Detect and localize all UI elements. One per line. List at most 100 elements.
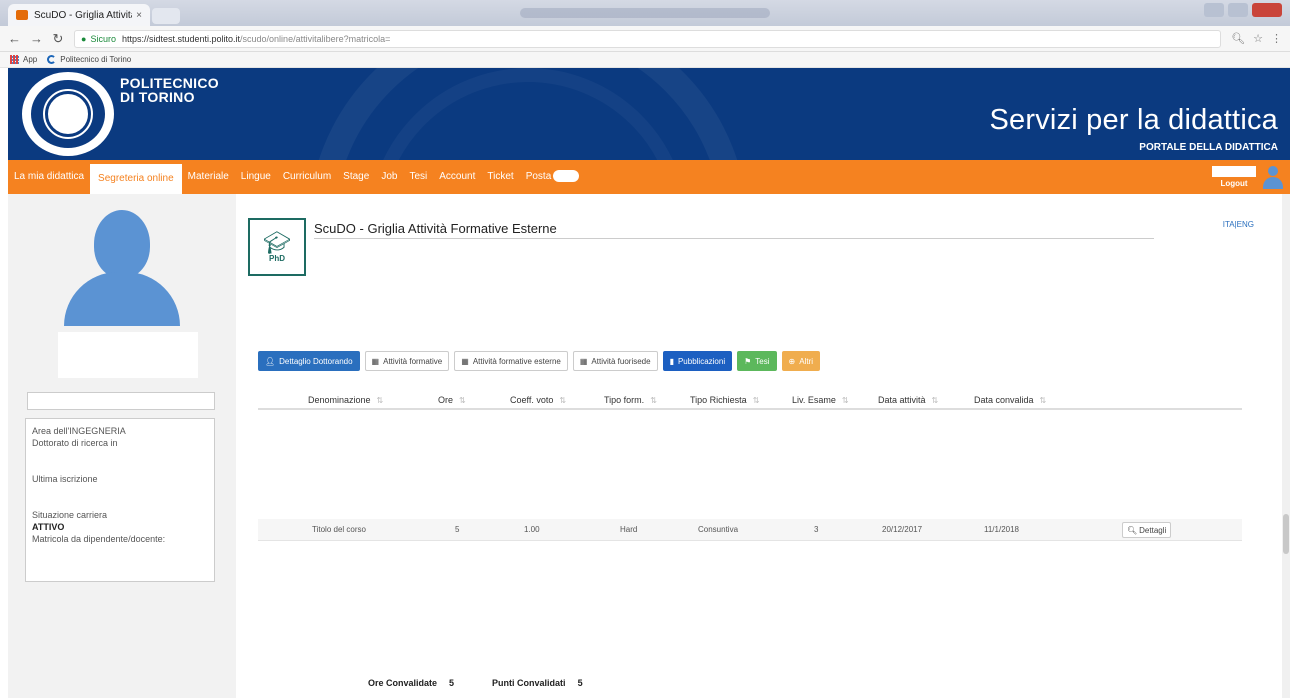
nav-item-curriculum[interactable]: Curriculum: [277, 160, 337, 194]
close-window-button[interactable]: [1252, 3, 1282, 17]
title-divider: [314, 238, 1154, 239]
column-header-liv-esame[interactable]: Liv. Esame ⇅: [792, 395, 849, 405]
column-header-denominazione[interactable]: Denominazione ⇅: [308, 395, 383, 405]
university-seal-logo[interactable]: [22, 72, 114, 156]
employee-id-label: Matricola da dipendente/docente:: [32, 534, 166, 544]
back-arrow-icon[interactable]: ←: [8, 31, 21, 46]
scrollbar-thumb[interactable]: [1283, 514, 1289, 554]
user-avatar-icon[interactable]: [1262, 164, 1284, 190]
apps-icon: [10, 55, 19, 64]
cell-coeff-voto: 1.00: [524, 525, 540, 534]
profile-avatar-icon: [64, 210, 180, 326]
student-name-box: [58, 332, 198, 378]
last-enrollment-label: Ultima iscrizione: [32, 474, 98, 484]
career-status-label: Situazione carriera: [32, 510, 108, 520]
column-header-tipo-richiesta[interactable]: Tipo Richiesta ⇅: [690, 395, 759, 405]
polito-icon: [47, 55, 57, 64]
page-title: ScuDO - Griglia Attività Formative Ester…: [314, 221, 557, 236]
language-switch[interactable]: ITA|ENG: [1223, 220, 1254, 229]
profile-sidebar: Area dell'INGEGNERIA Dottorato di ricerc…: [8, 194, 236, 698]
cell-data-attivita: 20/12/2017: [882, 525, 923, 534]
graduation-cap-icon: 🎓︎ PhD: [248, 218, 306, 276]
favicon-icon: [16, 10, 28, 20]
comment-icon: ⚑: [744, 356, 752, 366]
nav-item-segreteria-online[interactable]: Segreteria online: [90, 164, 182, 194]
secure-label: Sicuro: [90, 33, 116, 44]
forward-arrow-icon[interactable]: →: [30, 31, 43, 46]
nav-item-lingue[interactable]: Lingue: [235, 160, 277, 194]
bookmark-app[interactable]: App: [10, 55, 37, 64]
bookmark-star-icon[interactable]: ☆: [1253, 32, 1263, 45]
username-box: [1212, 166, 1256, 177]
tab-attivita-formative-esterne[interactable]: ▦ Attività formative esterne: [454, 351, 568, 371]
nav-item-account[interactable]: Account: [433, 160, 481, 194]
column-header-tipo-form[interactable]: Tipo form. ⇅: [604, 395, 657, 405]
sort-icon: ⇅: [459, 396, 466, 405]
browser-tab[interactable]: ScuDO - Griglia Attività ×: [8, 4, 150, 26]
doctorate-label: Dottorato di ricerca in: [32, 438, 118, 448]
column-header-coeff-voto[interactable]: Coeff. voto ⇅: [510, 395, 566, 405]
browser-tab-title: ScuDO - Griglia Attività: [34, 9, 133, 21]
url-host: https://sidtest.studenti.polito.it: [121, 33, 241, 44]
zoom-icon[interactable]: 🔍︎: [1231, 32, 1245, 45]
totals-row: Ore Convalidate 5 Punti Convalidati 5: [368, 678, 583, 688]
nav-item-stage[interactable]: Stage: [337, 160, 375, 194]
section-tabs: 👤︎ Dettaglio Dottorando ▦ Attività forma…: [258, 351, 820, 371]
career-status-value: ATTIVO: [32, 522, 65, 532]
new-tab-button[interactable]: [152, 8, 180, 24]
minimize-button[interactable]: [1204, 3, 1224, 17]
user-icon: 👤︎: [265, 356, 276, 366]
cell-ore: 5: [455, 525, 460, 534]
university-name: POLITECNICO DI TORINO: [120, 75, 219, 105]
grid-icon: ▦: [461, 356, 469, 366]
maximize-button[interactable]: [1228, 3, 1248, 17]
grid-icon: ▦: [371, 356, 380, 366]
nav-item-tesi[interactable]: Tesi: [403, 160, 433, 194]
cell-data-convalida: 11/1/2018: [984, 525, 1019, 534]
sort-icon: ⇅: [841, 396, 849, 405]
punti-convalidati-value: 5: [577, 678, 583, 688]
tab-attivita-formative[interactable]: ▦ Attività formative: [364, 351, 450, 371]
tab-close-icon[interactable]: ×: [136, 10, 142, 21]
column-header-data-attivita[interactable]: Data attività ⇅: [878, 395, 938, 405]
menu-dots-icon[interactable]: ⋮: [1271, 32, 1282, 45]
tab-altri[interactable]: ⊕ Altri: [781, 351, 820, 371]
bookmarks-bar: App Politecnico di Torino: [0, 52, 1290, 68]
career-info-panel: Area dell'INGEGNERIA Dottorato di ricerc…: [25, 418, 215, 582]
sort-icon: ⇅: [376, 396, 384, 405]
nav-item-la-mia-didattica[interactable]: La mia didattica: [8, 160, 90, 194]
student-id-field: [27, 392, 215, 410]
plus-circle-icon: ⊕: [788, 356, 796, 366]
sort-icon: ⇅: [1039, 396, 1047, 405]
site-subtitle: PORTALE DELLA DIDATTICA: [1139, 142, 1278, 153]
mail-count-badge: [553, 170, 580, 183]
nav-item-materiale[interactable]: Materiale: [182, 160, 235, 194]
url-path: /scudo/online/attivitalibere?matricola=: [240, 33, 391, 44]
table-row: Titolo del corso 5 1.00 Hard Consuntiva …: [258, 519, 1242, 541]
nav-item-ticket[interactable]: Ticket: [481, 160, 519, 194]
cell-tipo-richiesta: Consuntiva: [698, 525, 739, 534]
ore-convalidate-label: Ore Convalidate: [368, 678, 438, 688]
nav-item-posta[interactable]: Posta: [520, 160, 586, 194]
browser-tab-bar: ScuDO - Griglia Attività ×: [0, 0, 1290, 26]
main-navbar: La mia didattica Segreteria online Mater…: [8, 160, 1290, 194]
tab-tesi[interactable]: ⚑ Tesi: [737, 351, 777, 371]
tab-pubblicazioni[interactable]: ▮ Pubblicazioni: [662, 351, 733, 371]
nav-item-job[interactable]: Job: [375, 160, 403, 194]
bookmark-polito[interactable]: Politecnico di Torino: [47, 55, 131, 64]
table-header: Denominazione ⇅ Ore ⇅ Coeff. voto ⇅ Tipo fo…: [258, 390, 1242, 410]
lock-icon: ●: [81, 33, 87, 44]
column-header-data-convalida[interactable]: Data convalida ⇅: [974, 395, 1046, 405]
column-header-ore[interactable]: Ore ⇅: [438, 395, 466, 405]
address-bar[interactable]: ● Sicuro https://sidtest.studenti.polito…: [74, 29, 1222, 48]
book-icon: ▮: [669, 356, 674, 366]
tab-dettaglio-dottorando[interactable]: 👤︎ Dettaglio Dottorando: [258, 351, 360, 371]
tab-attivita-fuorisede[interactable]: ▦ Attività fuorisede: [572, 351, 658, 371]
page-scrollbar[interactable]: [1282, 194, 1290, 698]
logout-link[interactable]: Logout: [1220, 179, 1247, 188]
sort-icon: ⇅: [650, 396, 657, 405]
details-button[interactable]: 🔍︎ Dettagli: [1122, 522, 1172, 538]
reload-icon[interactable]: ↻: [52, 31, 64, 47]
cell-denominazione: Titolo del corso: [312, 525, 366, 534]
window-controls: [1204, 3, 1282, 17]
